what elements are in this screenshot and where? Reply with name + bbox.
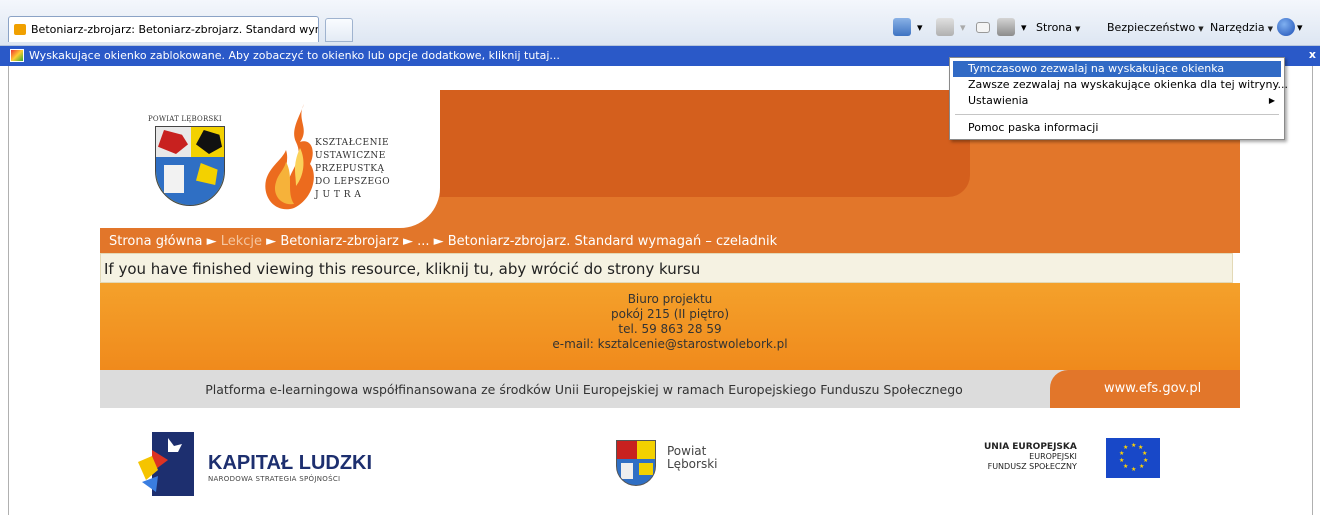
menu-item-settings[interactable]: Ustawienia ▶ — [953, 93, 1281, 109]
biuro-phone: tel. 59 863 28 59 — [618, 322, 722, 336]
flame-logo-icon — [265, 104, 314, 210]
svg-text:★: ★ — [1131, 466, 1136, 473]
efs-link[interactable]: www.efs.gov.pl — [1050, 370, 1240, 408]
footer-logos: KAPITAŁ LUDZKI NARODOWA STRATEGIA SPÓJNO… — [100, 408, 1240, 515]
breadcrumb-home[interactable]: Strona główna — [109, 234, 202, 249]
print-icon[interactable] — [997, 18, 1015, 36]
breadcrumb-lessons[interactable]: Lekcje — [221, 234, 262, 249]
kapital-ludzki-text: KAPITAŁ LUDZKI NARODOWA STRATEGIA SPÓJNO… — [208, 452, 373, 483]
biuro-title: Biuro projektu — [627, 292, 713, 306]
breadcrumb: Strona główna ► Lekcje ► Betoniarz-zbroj… — [100, 228, 1240, 253]
eu-text: UNIA EUROPEJSKA EUROPEJSKI FUNDUSZ SPOŁE… — [984, 442, 1077, 471]
svg-text:★: ★ — [1139, 463, 1144, 470]
menu-item-infobar-help[interactable]: Pomoc paska informacji — [953, 120, 1281, 136]
submenu-arrow-icon: ▶ — [1268, 96, 1275, 105]
rss-dropdown-icon[interactable]: ▾ — [960, 21, 966, 34]
tagline: KSZTAŁCENIE USTAWICZNE PRZEPUSTKĄ DO LEP… — [315, 138, 391, 200]
help-icon[interactable] — [1277, 18, 1295, 36]
svg-text:★: ★ — [1119, 457, 1124, 464]
resource-notice-text[interactable]: If you have finished viewing this resour… — [104, 260, 700, 278]
efs-bar: Platforma e-learningowa współfinansowana… — [100, 370, 1240, 408]
svg-text:★: ★ — [1119, 450, 1124, 457]
header-banner — [440, 90, 970, 197]
powiat-lebork-text: Powiat Lęborski — [667, 444, 718, 471]
popup-blocker-menu: Tymczasowo zezwalaj na wyskakujące okien… — [949, 57, 1288, 140]
favicon-icon — [14, 24, 26, 35]
project-office-info: Biuro projektu pokój 215 (II piętro) tel… — [100, 283, 1240, 370]
biuro-email[interactable]: e-mail: ksztalcenie@starostwolebork.pl — [100, 337, 1240, 352]
print-dropdown-icon[interactable]: ▾ — [1021, 21, 1027, 34]
menu-item-always-allow[interactable]: Zawsze zezwalaj na wyskakujące okienka d… — [953, 77, 1288, 93]
svg-text:★: ★ — [1142, 450, 1147, 457]
browser-tab[interactable]: Betoniarz-zbrojarz: Betoniarz-zbrojarz. … — [8, 16, 319, 42]
tools-menu[interactable]: Narzędzia ▼ — [1210, 21, 1273, 34]
kapital-ludzki-logo-icon — [138, 432, 194, 496]
powiat-caption: POWIAT LĘBORSKI — [148, 115, 222, 123]
breadcrumb-current: Betoniarz-zbrojarz. Standard wymagań – c… — [447, 234, 778, 249]
menu-separator — [955, 114, 1279, 115]
browser-toolbar: Betoniarz-zbrojarz: Betoniarz-zbrojarz. … — [0, 0, 1320, 46]
new-tab-button[interactable] — [325, 18, 353, 42]
breadcrumb-ellipsis: ... — [417, 234, 430, 249]
efs-text: Platforma e-learningowa współfinansowana… — [205, 382, 963, 397]
menu-item-allow-temporarily[interactable]: Tymczasowo zezwalaj na wyskakujące okien… — [953, 61, 1281, 77]
eu-flag-icon: ★ ★ ★ ★ ★ ★ ★ ★ ★ ★ — [1106, 438, 1160, 478]
powiat-coat-of-arms-icon — [155, 126, 225, 206]
popup-blocked-icon — [10, 49, 24, 62]
close-icon[interactable]: x — [1309, 48, 1316, 61]
rss-feed-icon[interactable] — [936, 18, 954, 36]
header-logo-area: POWIAT LĘBORSKI KSZTAŁCENIE USTAWICZNE P… — [100, 90, 440, 228]
mail-icon[interactable] — [976, 22, 990, 33]
tab-title: Betoniarz-zbrojarz: Betoniarz-zbrojarz. … — [31, 23, 319, 36]
svg-text:★: ★ — [1123, 444, 1128, 451]
home-icon[interactable] — [893, 18, 911, 36]
biuro-room: pokój 215 (II piętro) — [611, 307, 729, 321]
home-dropdown-icon[interactable]: ▾ — [917, 21, 923, 34]
breadcrumb-course[interactable]: Betoniarz-zbrojarz — [280, 234, 398, 249]
security-menu[interactable]: Bezpieczeństwo ▼ — [1107, 21, 1204, 34]
powiat-lebork-logo-icon — [616, 440, 656, 486]
svg-text:★: ★ — [1123, 463, 1128, 470]
information-bar-text: Wyskakujące okienko zablokowane. Aby zob… — [29, 49, 560, 62]
help-dropdown-icon[interactable]: ▾ — [1297, 21, 1303, 34]
page-menu[interactable]: Strona ▼ — [1036, 21, 1080, 34]
resource-notice[interactable]: If you have finished viewing this resour… — [100, 253, 1233, 283]
svg-text:★: ★ — [1131, 442, 1136, 449]
